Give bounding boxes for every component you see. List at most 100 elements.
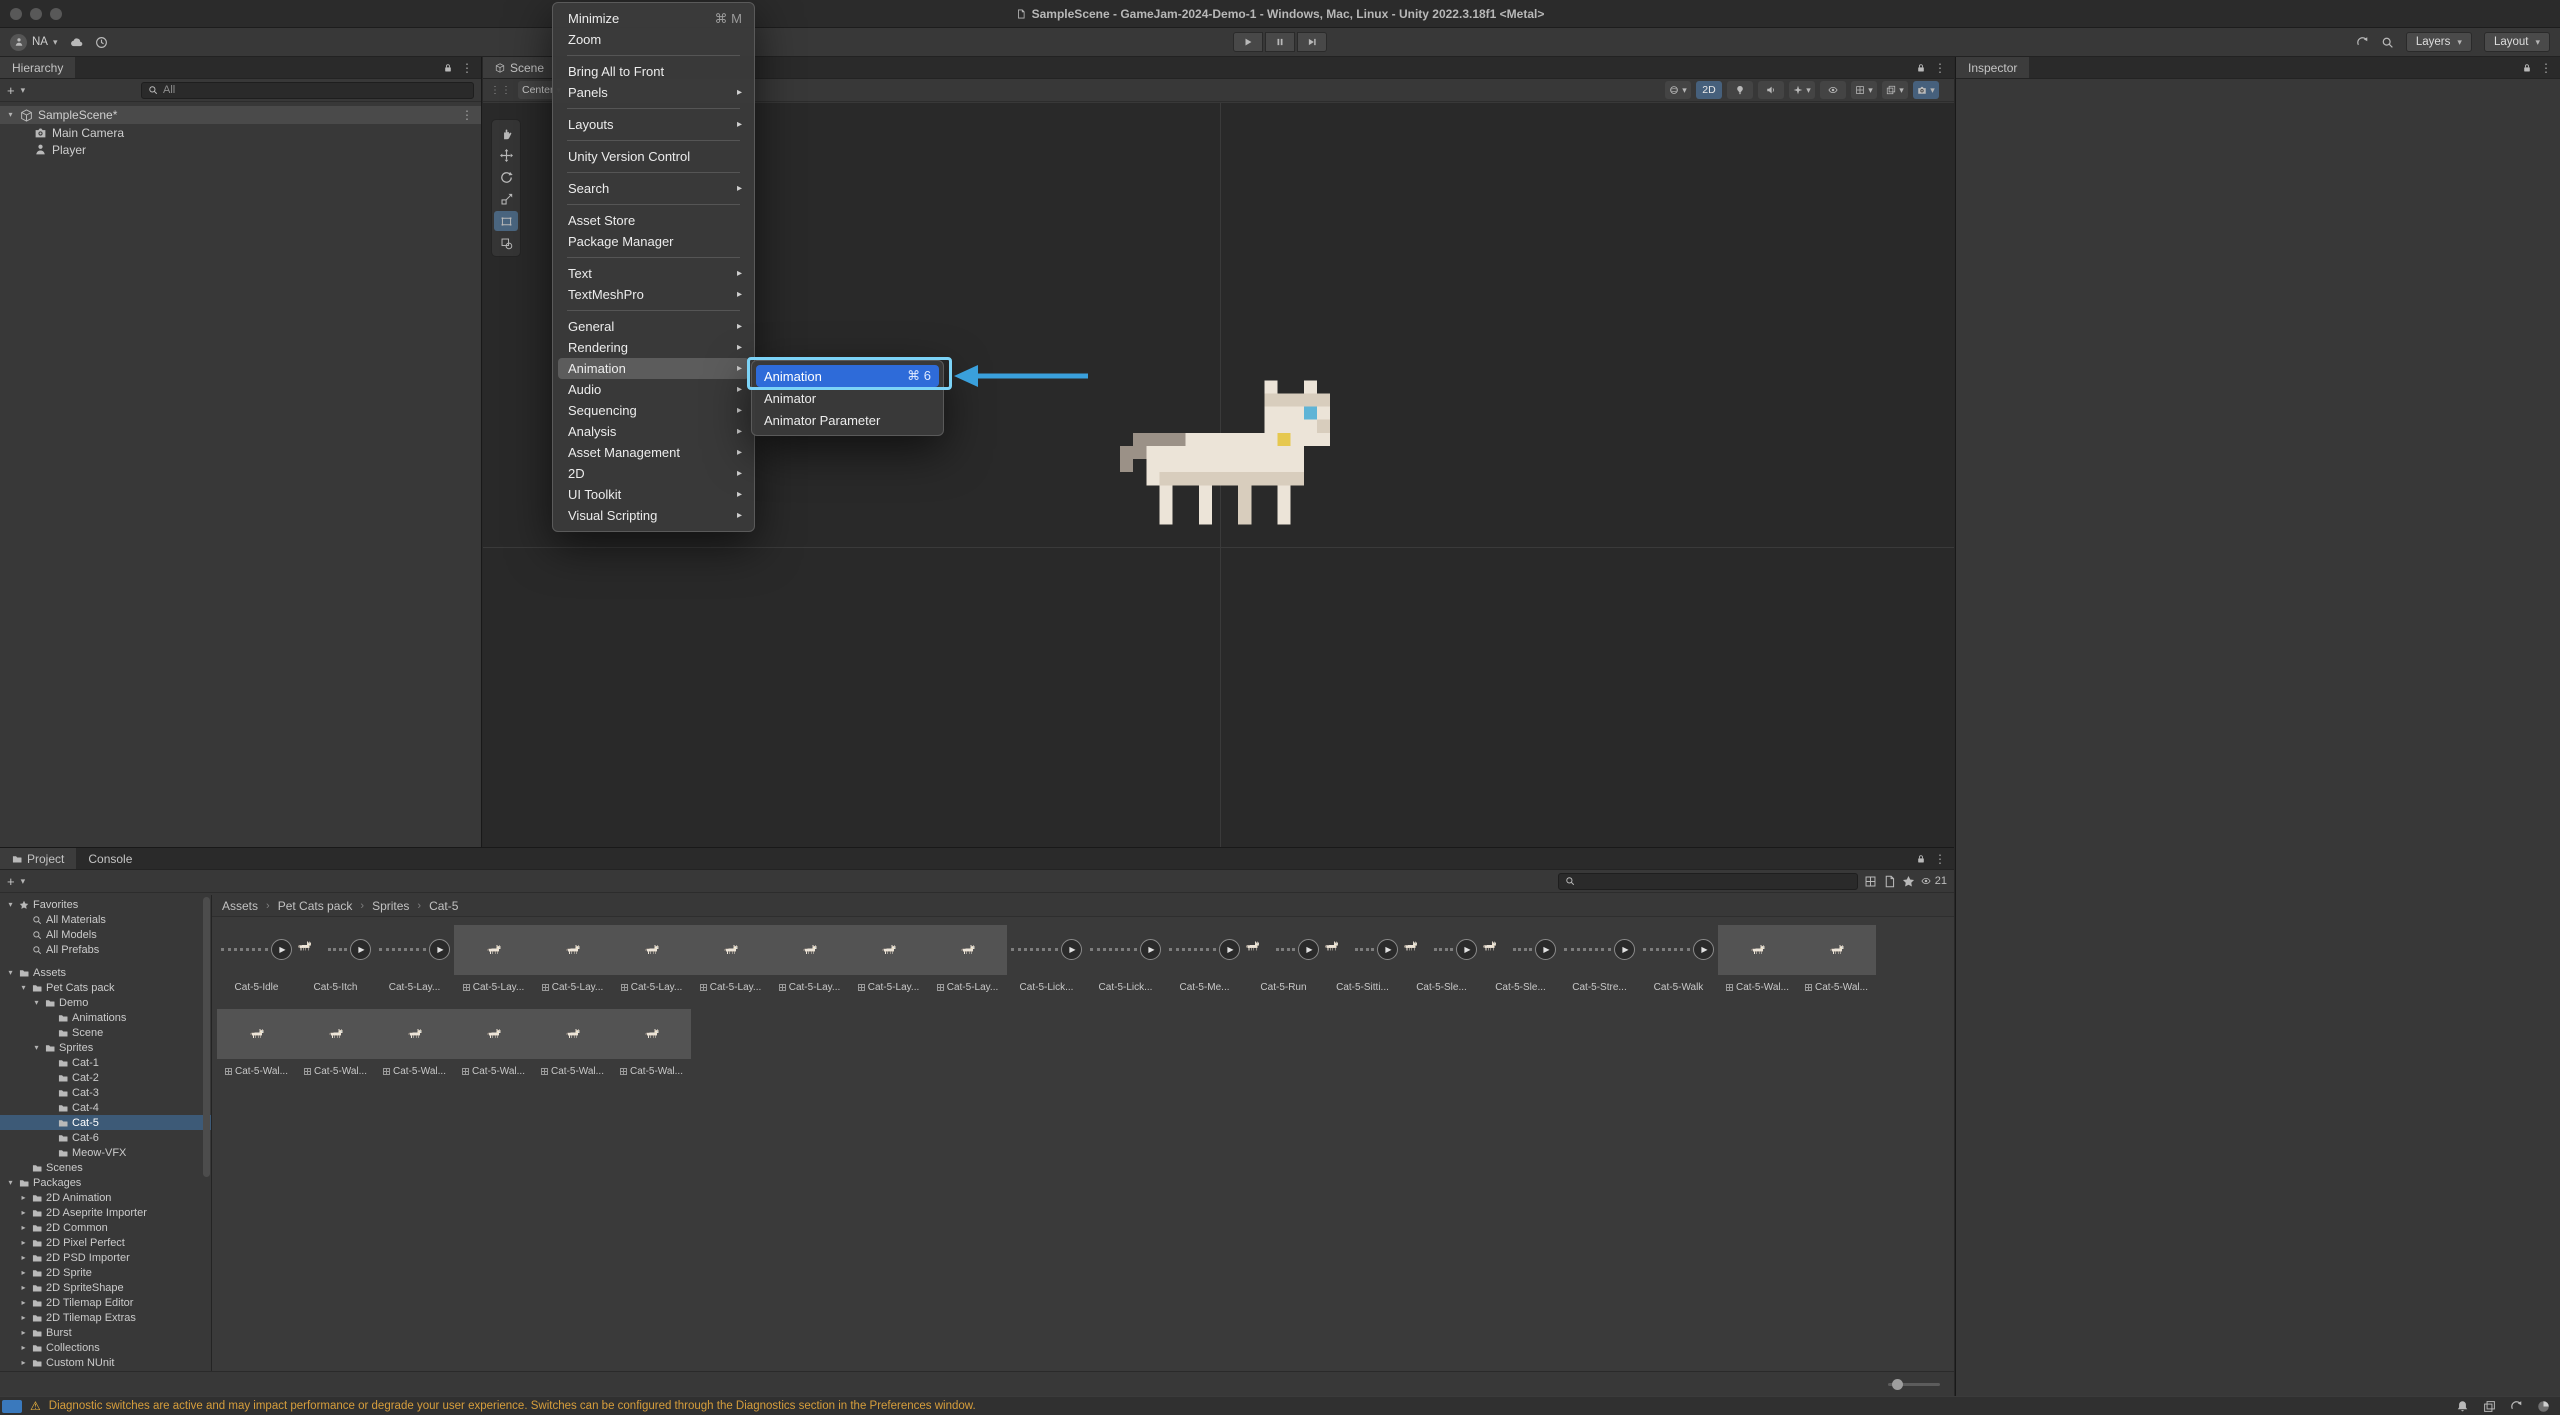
menu-item-bring-all-to-front[interactable]: Bring All to Front [558,61,749,82]
menu-item-search[interactable]: Search▸ [558,178,749,199]
project-tree-item-cat-4[interactable]: Cat-4 [0,1100,211,1115]
layers-dropdown[interactable]: Layers ▾ [2406,32,2472,52]
search-by-label-icon[interactable] [1883,875,1896,888]
asset-item-cat-5-wal[interactable]: Cat-5-Wal... [217,1009,296,1077]
project-tree-item-2d-sprite[interactable]: ▸2D Sprite [0,1265,211,1280]
asset-item-cat-5-wal[interactable]: Cat-5-Wal... [612,1009,691,1077]
kebab-menu-icon[interactable]: ⋮ [461,109,473,121]
tab-scene[interactable]: Scene [483,57,556,78]
scene-lighting-toggle[interactable] [1727,81,1753,99]
project-tree-item-cat-2[interactable]: Cat-2 [0,1070,211,1085]
submenu-item-animator-parameter[interactable]: Animator Parameter [756,409,939,431]
asset-item-cat-5-wal[interactable]: Cat-5-Wal... [1797,925,1876,993]
undo-history-button[interactable] [95,36,108,49]
toolbar-grip-handle[interactable]: ⋮⋮ [490,85,512,96]
lock-icon[interactable] [2522,63,2532,73]
asset-item-cat-5-me[interactable]: ▶Cat-5-Me... [1165,925,1244,993]
play-button[interactable]: ▶ [1219,939,1240,960]
submenu-item-animation[interactable]: Animation⌘ 6 [756,365,939,387]
lock-icon[interactable] [1916,63,1926,73]
pause-button[interactable] [1265,32,1295,52]
slider-knob[interactable] [1892,1379,1903,1390]
project-tree-item-2d-animation[interactable]: ▸2D Animation [0,1190,211,1205]
play-button[interactable]: ▶ [429,939,450,960]
menu-item-layouts[interactable]: Layouts▸ [558,114,749,135]
play-button[interactable] [1233,32,1263,52]
play-button[interactable]: ▶ [1377,939,1398,960]
menu-item-analysis[interactable]: Analysis▸ [558,421,749,442]
menu-item-audio[interactable]: Audio▸ [558,379,749,400]
notifications-bell-icon[interactable] [2456,1400,2469,1413]
tab-hierarchy[interactable]: Hierarchy [0,57,75,78]
play-button[interactable]: ▶ [1061,939,1082,960]
search-by-type-icon[interactable] [1864,875,1877,888]
project-tree-item-2d-tilemap-extras[interactable]: ▸2D Tilemap Extras [0,1310,211,1325]
project-tree-item-cat-3[interactable]: Cat-3 [0,1085,211,1100]
kebab-menu-icon[interactable]: ⋮ [1934,853,1946,865]
project-tree-item-demo[interactable]: ▾Demo [0,995,211,1010]
menu-item-textmeshpro[interactable]: TextMeshPro▸ [558,284,749,305]
project-tree-item-meow-vfx[interactable]: Meow-VFX [0,1145,211,1160]
project-tree-item-2d-pixel-perfect[interactable]: ▸2D Pixel Perfect [0,1235,211,1250]
menu-item-ui-toolkit[interactable]: UI Toolkit▸ [558,484,749,505]
kebab-menu-icon[interactable]: ⋮ [2540,62,2552,74]
scene-camera-dropdown[interactable]: ▾ [1913,81,1939,99]
project-tree-item-pet-cats-pack[interactable]: ▾Pet Cats pack [0,980,211,995]
asset-item-cat-5-lay[interactable]: Cat-5-Lay... [533,925,612,993]
project-tree-item-2d-common[interactable]: ▸2D Common [0,1220,211,1235]
project-tree-item-2d-tilemap-editor[interactable]: ▸2D Tilemap Editor [0,1295,211,1310]
asset-item-cat-5-lay[interactable]: Cat-5-Lay... [454,925,533,993]
project-tree-item-all-models[interactable]: All Models [0,927,211,942]
move-tool-button[interactable] [494,145,518,165]
scale-tool-button[interactable] [494,189,518,209]
hierarchy-item-player[interactable]: Player [0,141,481,158]
asset-item-cat-5-sle[interactable]: ▶Cat-5-Sle... [1481,925,1560,993]
asset-item-cat-5-sle[interactable]: ▶Cat-5-Sle... [1402,925,1481,993]
step-button[interactable] [1297,32,1327,52]
project-tree-item-2d-aseprite-importer[interactable]: ▸2D Aseprite Importer [0,1205,211,1220]
menu-item-rendering[interactable]: Rendering▸ [558,337,749,358]
project-tree-item-scene[interactable]: Scene [0,1025,211,1040]
menu-item-asset-store[interactable]: Asset Store [558,210,749,231]
cache-stack-icon[interactable] [2483,1400,2496,1413]
play-button[interactable]: ▶ [1693,939,1714,960]
project-tree-item-sprites[interactable]: ▾Sprites [0,1040,211,1055]
project-tree-item-favorites[interactable]: ▾Favorites [0,897,211,912]
asset-item-cat-5-run[interactable]: ▶Cat-5-Run [1244,925,1323,993]
global-search-button[interactable] [2381,36,2394,49]
hidden-packages-toggle[interactable]: 21 [1921,875,1947,887]
chevron-down-icon[interactable]: ▾ [21,86,26,95]
menu-item-unity-version-control[interactable]: Unity Version Control [558,146,749,167]
hierarchy-search-input[interactable]: All [141,82,474,99]
asset-item-cat-5-walk[interactable]: ▶Cat-5-Walk [1639,925,1718,993]
menu-item-asset-management[interactable]: Asset Management▸ [558,442,749,463]
asset-item-cat-5-wal[interactable]: Cat-5-Wal... [375,1009,454,1077]
effects-dropdown[interactable]: ▾ [1789,81,1815,99]
project-tree-item-2d-psd-importer[interactable]: ▸2D PSD Importer [0,1250,211,1265]
menu-item-general[interactable]: General▸ [558,316,749,337]
menu-item-text[interactable]: Text▸ [558,263,749,284]
play-button[interactable]: ▶ [1140,939,1161,960]
shading-mode-dropdown[interactable]: ▾ [1665,81,1691,99]
submenu-item-animator[interactable]: Animator [756,387,939,409]
chevron-down-icon[interactable]: ▾ [21,877,26,886]
asset-item-cat-5-lay[interactable]: ▶Cat-5-Lay... [375,925,454,993]
asset-item-cat-5-idle[interactable]: ▶Cat-5-Idle [217,925,296,993]
background-tasks-icon[interactable] [2537,1400,2550,1413]
project-tree-item-cat-1[interactable]: Cat-1 [0,1055,211,1070]
menu-item-panels[interactable]: Panels▸ [558,82,749,103]
refresh-icon[interactable] [2510,1400,2523,1413]
minimize-window-button[interactable] [30,8,42,20]
menu-item-package-manager[interactable]: Package Manager [558,231,749,252]
project-tree-item-cat-5[interactable]: Cat-5 [0,1115,211,1130]
asset-item-cat-5-wal[interactable]: Cat-5-Wal... [454,1009,533,1077]
asset-item-cat-5-stre[interactable]: ▶Cat-5-Stre... [1560,925,1639,993]
zoom-window-button[interactable] [50,8,62,20]
status-message[interactable]: Diagnostic switches are active and may i… [49,1400,976,1412]
asset-item-cat-5-lay[interactable]: Cat-5-Lay... [770,925,849,993]
menu-item-visual-scripting[interactable]: Visual Scripting▸ [558,505,749,526]
asset-item-cat-5-wal[interactable]: Cat-5-Wal... [1718,925,1797,993]
asset-item-cat-5-wal[interactable]: Cat-5-Wal... [533,1009,612,1077]
scene-audio-toggle[interactable] [1758,81,1784,99]
add-gameobject-button[interactable]: + [7,84,15,97]
